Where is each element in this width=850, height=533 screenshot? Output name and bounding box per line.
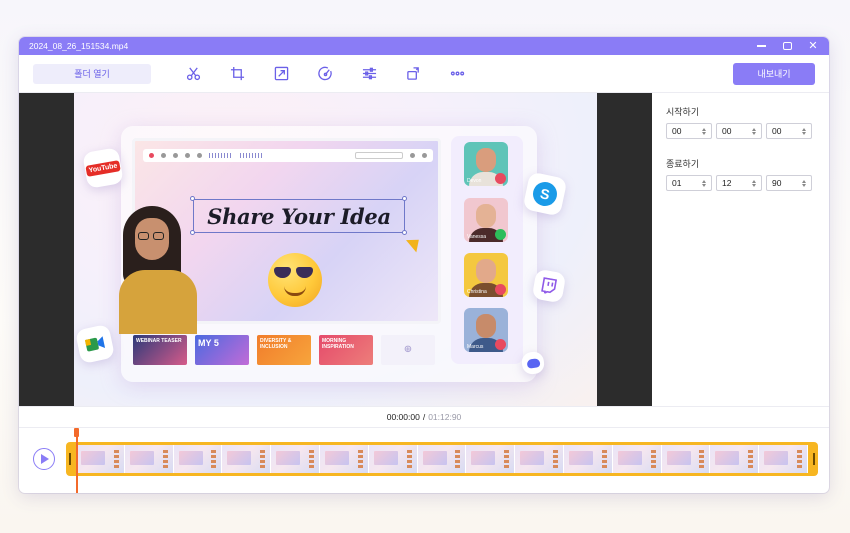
frame-thumbnail	[759, 445, 808, 473]
selection-handle	[402, 230, 407, 235]
total-time: 01:12:90	[428, 412, 462, 422]
stepper-arrows-icon	[702, 179, 706, 187]
current-time: 00:00:00	[386, 412, 420, 422]
end-minutes-stepper[interactable]: 12	[716, 175, 762, 191]
resize-icon[interactable]	[273, 66, 289, 82]
thumbnail-webinar: WEBINAR TEASER	[133, 335, 187, 365]
participant-card: Marcus	[464, 308, 508, 352]
presenter-image	[115, 206, 205, 334]
timeline	[19, 428, 829, 493]
trim-strip[interactable]	[66, 442, 818, 476]
end-frames-stepper[interactable]: 90	[766, 175, 812, 191]
minimize-icon	[756, 45, 766, 47]
end-label: 종료하기	[666, 159, 700, 169]
cursor-icon	[406, 233, 424, 253]
frame-thumbnail	[417, 445, 467, 473]
time-readout: 00:00:00 / 01:12:90	[19, 406, 829, 428]
thumbnail-row: WEBINAR TEASER MY 5 DIVERSITY & INCLUSIO…	[133, 335, 435, 365]
maximize-button[interactable]	[781, 40, 793, 52]
frame-thumbnail	[466, 445, 516, 473]
end-hours-stepper[interactable]: 01	[666, 175, 712, 191]
stepper-arrows-icon	[752, 179, 756, 187]
frame-thumbnail	[76, 445, 125, 473]
thumbnail-my5: MY 5	[195, 335, 249, 365]
sunglasses-emoji-icon	[268, 253, 322, 307]
toolbar: 폴더 열기 내보내기	[19, 55, 829, 93]
participant-card: Vanessa	[464, 198, 508, 242]
frame-strip	[76, 445, 808, 473]
scissors-icon[interactable]	[185, 66, 201, 82]
trim-settings: 시작하기 00 00 00 종료하기 01 12 90	[652, 93, 829, 406]
frame-thumbnail	[661, 445, 711, 473]
speed-icon[interactable]	[317, 66, 333, 82]
maximize-icon	[782, 42, 792, 50]
play-button[interactable]	[33, 448, 55, 470]
trim-start-handle[interactable]	[69, 453, 71, 465]
start-minutes-stepper[interactable]: 00	[716, 123, 762, 139]
recorder-bar	[143, 149, 433, 162]
frame-thumbnail	[271, 445, 320, 473]
play-icon	[41, 454, 49, 464]
playhead-handle[interactable]	[74, 428, 79, 437]
frame-thumbnail	[319, 445, 369, 473]
rotate-icon[interactable]	[405, 66, 421, 82]
stepper-arrows-icon	[752, 127, 756, 135]
close-button[interactable]: ✕	[807, 40, 819, 52]
twitch-icon	[531, 268, 567, 304]
window-title: 2024_08_26_151534.mp4	[29, 41, 129, 51]
frame-thumbnail	[710, 445, 760, 473]
video-preview[interactable]: Share Your Idea WEBINAR TEASER MY 5 DIVE…	[19, 93, 652, 406]
google-meet-icon	[74, 323, 116, 365]
time-separator: /	[422, 412, 426, 422]
stepper-arrows-icon	[802, 127, 806, 135]
frame-thumbnail	[612, 445, 662, 473]
frame-thumbnail	[173, 445, 223, 473]
stepper-arrows-icon	[802, 179, 806, 187]
main-area: Share Your Idea WEBINAR TEASER MY 5 DIVE…	[19, 93, 829, 406]
more-icon[interactable]	[449, 66, 465, 82]
thumbnail-morning: MORNING INSPIRATION	[319, 335, 373, 365]
close-icon: ✕	[808, 39, 818, 52]
frame-thumbnail	[515, 445, 564, 473]
start-frames-stepper[interactable]: 00	[766, 123, 812, 139]
editor-window: 2024_08_26_151534.mp4 ✕ 폴더 열기 내보내기 Share…	[19, 37, 829, 493]
add-thumbnail-icon: ⊕	[381, 335, 435, 365]
trim-end-handle[interactable]	[813, 453, 815, 465]
participant-card: Christina	[464, 253, 508, 297]
minimize-button[interactable]	[755, 40, 767, 52]
crop-icon[interactable]	[229, 66, 245, 82]
frame-thumbnail	[368, 445, 418, 473]
title-bar: 2024_08_26_151534.mp4 ✕	[19, 37, 829, 55]
stepper-arrows-icon	[702, 127, 706, 135]
end-time-fields: 01 12 90	[666, 175, 815, 191]
frame-thumbnail	[222, 445, 272, 473]
frame-thumbnail	[124, 445, 174, 473]
video-frame: Share Your Idea WEBINAR TEASER MY 5 DIVE…	[74, 93, 597, 406]
thumbnail-diversity: DIVERSITY & INCLUSION	[257, 335, 311, 365]
participants-panel: Devon Vanessa Christina Marcus	[451, 136, 523, 364]
app-mockup: Share Your Idea WEBINAR TEASER MY 5 DIVE…	[119, 126, 537, 382]
tool-group	[185, 66, 465, 82]
start-label: 시작하기	[666, 107, 700, 117]
headline-text: Share Your Idea	[193, 199, 405, 233]
start-hours-stepper[interactable]: 00	[666, 123, 712, 139]
adjust-icon[interactable]	[361, 66, 377, 82]
participant-card: Devon	[464, 142, 508, 186]
playhead-line	[76, 437, 78, 493]
selection-handle	[190, 196, 195, 201]
open-folder-button[interactable]: 폴더 열기	[33, 63, 151, 84]
selection-handle	[402, 196, 407, 201]
start-time-fields: 00 00 00	[666, 123, 815, 139]
export-button[interactable]: 내보내기	[733, 62, 815, 85]
youtube-icon: YouTube	[82, 147, 124, 189]
frame-thumbnail	[563, 445, 613, 473]
skype-icon: S	[522, 171, 568, 217]
window-controls: ✕	[755, 40, 819, 52]
